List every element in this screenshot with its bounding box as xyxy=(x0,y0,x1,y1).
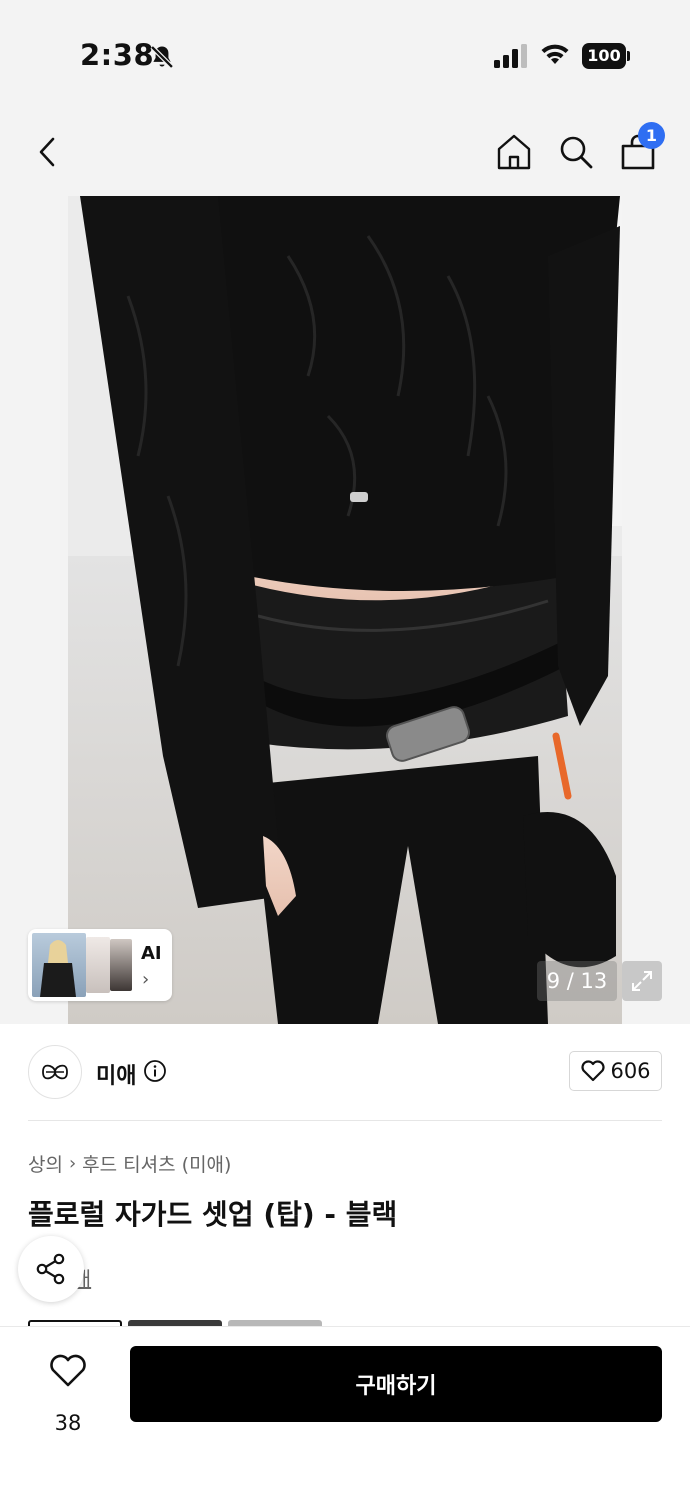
breadcrumb: 상의 › 후드 티셔츠 (미애) xyxy=(28,1150,231,1177)
battery-level: 100 xyxy=(582,43,626,69)
cart-button[interactable]: 1 xyxy=(616,122,665,174)
product-image-gallery[interactable]: AI › 9 / 13 xyxy=(0,196,690,1024)
brand-like-count: 606 xyxy=(610,1059,651,1083)
bell-slash-icon xyxy=(150,45,174,69)
ai-thumbnail xyxy=(110,939,132,991)
expand-icon xyxy=(632,971,652,991)
breadcrumb-item[interactable]: 후드 티셔츠 (미애) xyxy=(82,1150,231,1177)
product-photo[interactable] xyxy=(68,196,622,1024)
breadcrumb-separator: › xyxy=(68,1153,77,1174)
wifi-icon xyxy=(541,44,569,64)
heart-icon xyxy=(50,1354,86,1387)
heart-icon xyxy=(581,1060,606,1082)
brand-logo-mark xyxy=(42,1064,68,1080)
wishlist-count: 38 xyxy=(54,1411,82,1435)
home-button[interactable] xyxy=(492,130,536,174)
search-button[interactable] xyxy=(554,130,598,174)
status-time: 2:38 xyxy=(80,38,155,72)
expand-image-button[interactable] xyxy=(622,961,662,1001)
share-icon xyxy=(36,1253,65,1285)
share-button[interactable] xyxy=(18,1236,84,1302)
ai-thumbnail xyxy=(32,933,86,997)
status-bar: 2:38 100 xyxy=(0,0,690,110)
ai-label: AI xyxy=(141,943,162,964)
cart-count-badge: 1 xyxy=(638,122,665,149)
buy-button[interactable]: 구매하기 xyxy=(130,1346,662,1422)
home-icon xyxy=(497,134,531,170)
ai-styling-button[interactable]: AI › xyxy=(28,929,172,1001)
search-icon xyxy=(560,136,593,169)
brand-name[interactable]: 미애 xyxy=(96,1058,136,1090)
info-icon[interactable] xyxy=(143,1059,167,1083)
signal-icon xyxy=(494,44,527,68)
brand-logo[interactable] xyxy=(28,1045,82,1099)
bottom-action-bar: 38 구매하기 xyxy=(0,1326,690,1500)
breadcrumb-item[interactable]: 상의 xyxy=(28,1150,63,1177)
battery-cap xyxy=(627,51,630,61)
top-nav-bar: 1 xyxy=(0,110,690,196)
brand-row[interactable]: 미애 606 xyxy=(0,1024,690,1120)
wishlist-button[interactable]: 38 xyxy=(36,1349,100,1435)
chevron-right-icon: › xyxy=(142,969,150,990)
chevron-left-icon xyxy=(39,137,55,167)
battery-indicator: 100 xyxy=(582,43,630,69)
ai-thumbnail xyxy=(86,937,110,993)
product-title: 플로럴 자가드 셋업 (탑) - 블랙 xyxy=(28,1198,398,1231)
brand-like-button[interactable]: 606 xyxy=(569,1051,662,1091)
image-page-counter: 9 / 13 xyxy=(537,961,617,1001)
product-photo-illustration xyxy=(68,196,622,1024)
divider xyxy=(28,1120,662,1121)
back-button[interactable] xyxy=(26,130,70,174)
